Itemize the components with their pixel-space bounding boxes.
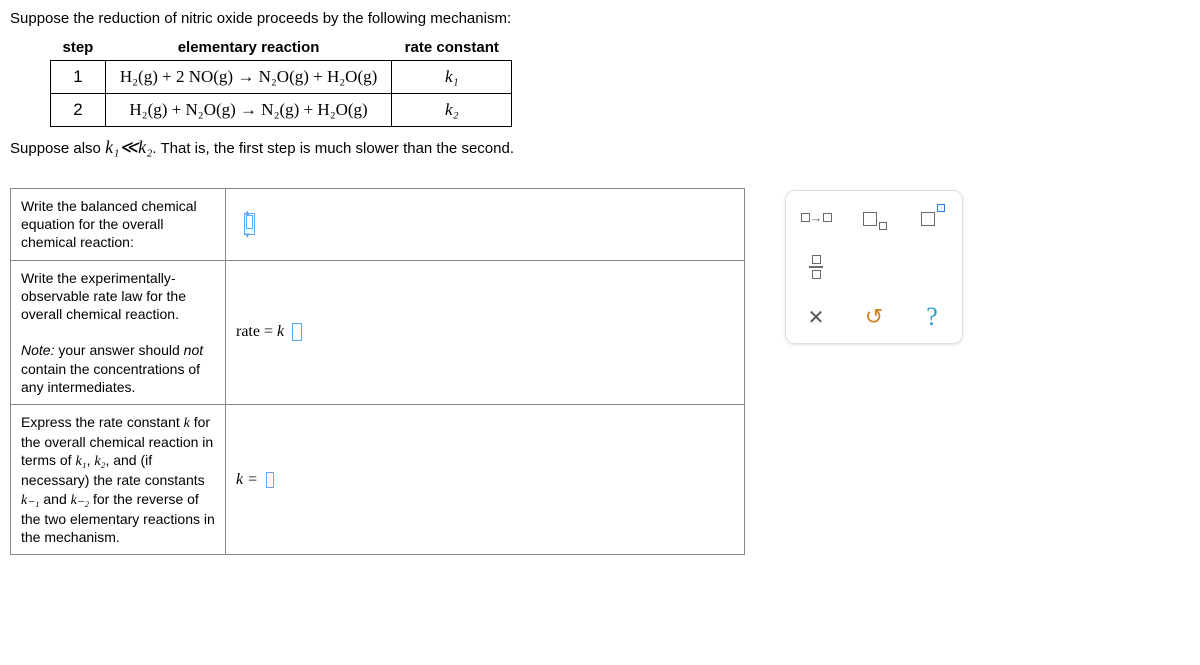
q2-input-cell: rate = k [226,260,745,404]
mechanism-table: step elementary reaction rate constant 1… [50,35,512,127]
fraction-button[interactable] [794,251,838,283]
input-placeholder-icon[interactable] [292,323,302,341]
q3-kn1: k₋₁ [21,493,39,508]
note-text-a: your answer should [54,342,183,358]
undo-button[interactable]: ↺ [852,301,896,333]
equation-input[interactable]: ▴ ▾ [244,213,255,235]
undo-icon: ↺ [865,304,883,330]
input-placeholder-icon[interactable] [266,472,274,488]
q3-prompt: Express the rate constant k for the over… [11,404,226,554]
suppose-text: Suppose also k₁≪k₂. That is, the first s… [10,137,1190,158]
spacer [852,251,896,283]
q1-input-cell: ▴ ▾ [226,189,745,261]
elementary-reaction: H₂(g) + 2 NO(g) → N₂O(g) + H₂O(g) [105,61,391,94]
q2-note: Note: your answer should not contain the… [21,341,215,396]
q2-prompt: Write the experimentally-observable rate… [11,260,226,404]
q3-kn2: k₋₂ [71,493,89,508]
clear-button[interactable]: ✕ [794,301,838,333]
step-number: 1 [51,61,106,94]
q3-input-cell: k = [226,404,745,554]
q3-k1: k₁ [75,454,86,469]
subscript-icon [861,206,887,228]
intro-text: Suppose the reduction of nitric oxide pr… [10,10,1190,27]
rate-prefix: rate = [236,323,277,340]
superscript-button[interactable] [910,201,954,233]
mechanism-row: 1 H₂(g) + 2 NO(g) → N₂O(g) + H₂O(g) k₁ [51,61,512,94]
question-icon: ? [926,302,938,332]
col-step: step [51,35,106,61]
suppose-prefix: Suppose also [10,140,105,157]
q3-and: and [39,491,70,507]
rate-constant: k₁ [392,61,512,94]
mechanism-row: 2 H₂(g) + N₂O(g) → N₂(g) + H₂O(g) k₂ [51,94,512,127]
equation-toolbox: → ✕ ↺ ? [785,190,963,344]
q2-text: Write the experimentally-observable rate… [21,269,215,324]
box-icon [823,213,832,222]
q3-k2: k₂ [94,454,105,469]
q3-a: Express the rate constant [21,414,184,430]
spacer [910,251,954,283]
help-button[interactable]: ? [910,301,954,333]
rate-k: k [277,323,284,340]
fraction-icon [809,255,823,279]
suppose-relation: k₁≪k₂ [105,137,152,157]
suppose-suffix: . That is, the first step is much slower… [152,140,514,157]
note-label: Note: [21,342,54,358]
subscript-button[interactable] [852,201,896,233]
rate-law-input[interactable]: rate = k [236,323,302,340]
elementary-reaction: H₂(g) + N₂O(g) → N₂(g) + H₂O(g) [105,94,391,127]
reaction-arrow-button[interactable]: → [794,201,838,233]
answer-table: Write the balanced chemical equation for… [10,188,745,555]
rate-constant: k₂ [392,94,512,127]
col-rate-constant: rate constant [392,35,512,61]
superscript-icon [919,206,945,228]
col-reaction: elementary reaction [105,35,391,61]
k-expression-input[interactable]: k = [236,471,274,488]
box-icon [801,213,810,222]
q1-prompt: Write the balanced chemical equation for… [11,189,226,261]
step-number: 2 [51,94,106,127]
note-not: not [184,342,203,358]
k-prefix: k = [236,471,262,488]
note-text-b: contain the concentrations of any interm… [21,361,200,395]
arrow-icon: → [810,210,823,225]
x-icon: ✕ [808,305,825,330]
